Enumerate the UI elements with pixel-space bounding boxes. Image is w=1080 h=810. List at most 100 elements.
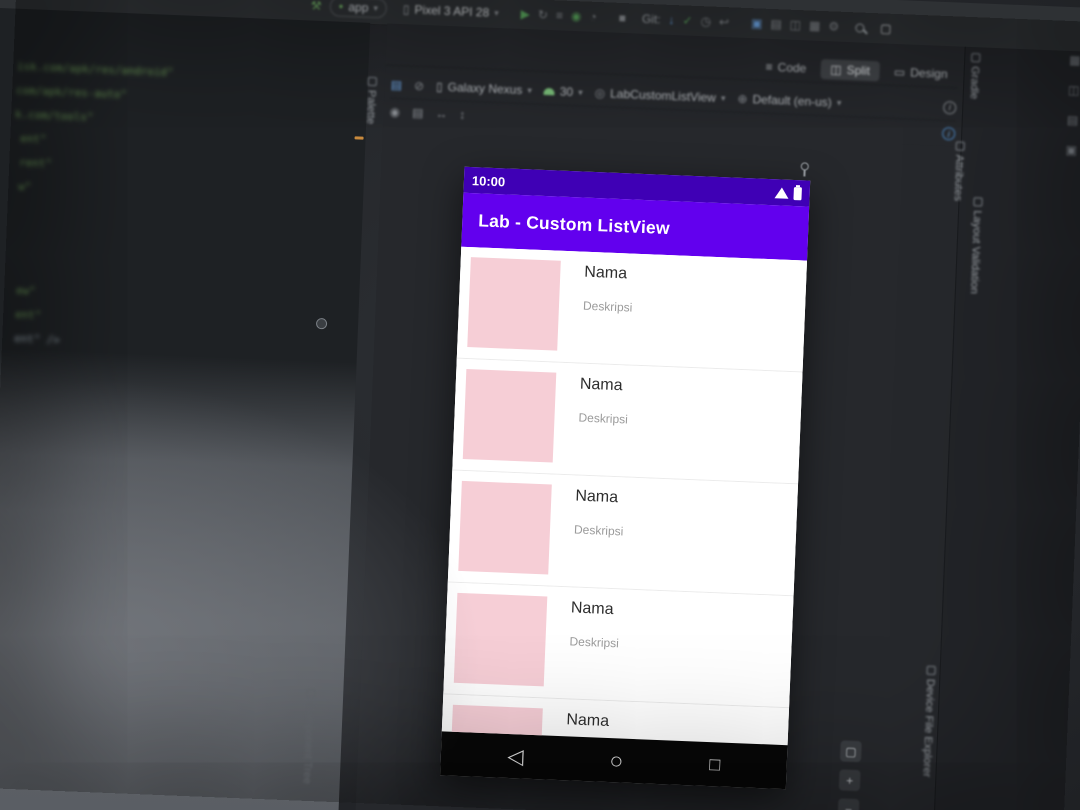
preview-device-select[interactable]: ▯ Galaxy Nexus ▾ xyxy=(436,80,532,98)
chevron-down-icon: ▾ xyxy=(836,97,842,108)
item-title: Nama xyxy=(566,711,610,731)
layers-icon[interactable]: ▤ xyxy=(390,78,402,92)
item-subtitle: Deskripsi xyxy=(569,634,620,651)
list-item[interactable]: Nama Deskripsi xyxy=(447,470,799,597)
list-item[interactable]: Nama Deskripsi xyxy=(456,246,808,373)
run-config-select[interactable]: ● app ▾ xyxy=(329,0,388,19)
nav-back-icon[interactable]: ◁ xyxy=(507,744,524,768)
zoom-fit-button[interactable]: ▢ xyxy=(839,740,862,763)
panel-tab-gradle[interactable]: Gradle xyxy=(968,53,982,99)
item-image-placeholder xyxy=(462,369,557,463)
notifications-icon[interactable]: ▢ xyxy=(880,21,892,35)
api-level-label: 30 xyxy=(559,84,574,100)
phone-icon: ▯ xyxy=(435,79,443,94)
panel-tab-attributes[interactable]: Attributes xyxy=(952,141,966,201)
paint-off-icon[interactable]: ⊘ xyxy=(414,79,425,93)
item-subtitle: Deskripsi xyxy=(573,522,624,539)
phone-icon: ▯ xyxy=(402,2,410,17)
git-commit-icon[interactable]: ✓ xyxy=(682,13,693,27)
panel-tab-palette[interactable]: Palette xyxy=(364,76,378,124)
nav-recents-icon[interactable]: □ xyxy=(709,754,721,774)
code-line: ent" xyxy=(14,308,42,322)
attributes-icon xyxy=(955,141,965,151)
wifi-icon xyxy=(774,186,789,199)
panel-tab-layout-validation[interactable]: Layout Validation xyxy=(968,197,984,294)
target-icon: ◎ xyxy=(594,85,606,101)
code-line: ent" xyxy=(20,132,47,146)
chevron-down-icon: ▾ xyxy=(373,2,379,13)
item-title: Nama xyxy=(579,375,623,395)
item-subtitle: Deskripsi xyxy=(582,298,633,315)
zoom-in-button[interactable]: + xyxy=(838,769,861,792)
run-config-dot-icon: ● xyxy=(338,1,344,11)
view-options-eye-icon[interactable]: ◉ xyxy=(389,104,400,118)
design-pane: ≡ Code ◫ Split ▭ Design ▤ ⊘ ▯ Galaxy Nex… xyxy=(355,23,965,810)
zoom-out-button[interactable]: − xyxy=(837,798,860,810)
split-tab-label: Split xyxy=(846,62,871,78)
api-level-select[interactable]: 30 ▾ xyxy=(543,84,583,100)
info-icon[interactable]: i xyxy=(943,100,957,114)
attributes-tab-label: Attributes xyxy=(951,154,966,202)
screenshot-root: ⚒ ● app ▾ ▯ Pixel 3 API 28 ▾ ▶ ↻ ≡ ◉ ◔ ■… xyxy=(0,0,1080,810)
device-manager-icon[interactable]: ▣ xyxy=(751,16,763,30)
code-line: w" xyxy=(18,180,32,194)
profile-button[interactable]: ◔ xyxy=(589,10,597,24)
structure-icon[interactable]: ▦ xyxy=(1069,53,1080,67)
phone-list[interactable]: Nama Deskripsi Nama Deskripsi Nama Deskr… xyxy=(441,246,808,746)
chevron-down-icon: ▾ xyxy=(494,7,499,18)
chevron-down-icon: ▾ xyxy=(720,92,726,103)
history-icon[interactable]: ◷ xyxy=(700,14,711,28)
gradle-icon xyxy=(970,53,980,63)
rows-icon[interactable]: ▤ xyxy=(412,105,424,119)
device-file-explorer-icon xyxy=(925,665,936,676)
structure-icon[interactable]: ▦ xyxy=(809,18,821,32)
layout-validation-tab-label: Layout Validation xyxy=(967,210,984,295)
device-manager-icon[interactable]: ▣ xyxy=(1065,143,1077,157)
palette-icon xyxy=(367,76,377,87)
issue-info-icon[interactable]: i xyxy=(941,126,956,141)
list-item[interactable]: Nama Deskripsi xyxy=(452,358,803,485)
run-config-label: app xyxy=(348,0,369,15)
locale-select[interactable]: ⊕ Default (en-us) ▾ xyxy=(737,92,841,110)
nav-home-icon[interactable]: ○ xyxy=(609,747,624,774)
code-line: rent" xyxy=(19,156,53,171)
component-tree-icon xyxy=(305,688,315,699)
gradle-tab-label: Gradle xyxy=(967,65,981,100)
run-button[interactable]: ▶ xyxy=(520,7,530,21)
preview-device-label: Galaxy Nexus xyxy=(447,80,523,98)
layout-file-select[interactable]: ◎ LabCustomListView ▾ xyxy=(594,86,725,105)
tab-code[interactable]: ≡ Code xyxy=(755,56,816,78)
battery-icon xyxy=(793,186,802,200)
design-tab-icon: ▭ xyxy=(893,64,906,79)
tab-split[interactable]: ◫ Split xyxy=(819,58,881,81)
locale-label: Default (en-us) xyxy=(752,92,833,110)
logcat-icon[interactable]: ▤ xyxy=(1067,113,1079,127)
list-item[interactable]: Nama Deskripsi xyxy=(443,582,794,709)
orientation-v-icon[interactable]: ↕ xyxy=(459,107,466,121)
apply-changes-icon[interactable]: ↻ xyxy=(538,8,549,22)
stop-button[interactable]: ■ xyxy=(618,11,626,25)
code-tab-icon: ≡ xyxy=(765,59,773,74)
layout-inspector-icon[interactable]: ◫ xyxy=(1068,83,1080,97)
rollback-icon[interactable]: ↩ xyxy=(719,15,730,29)
logcat-icon[interactable]: ▤ xyxy=(770,17,782,31)
build-hammer-icon[interactable]: ⚒ xyxy=(311,0,322,13)
settings-gear-icon[interactable]: ⚙ xyxy=(828,19,839,33)
code-tab-label: Code xyxy=(777,59,807,75)
debug-button[interactable]: ◉ xyxy=(571,9,582,23)
item-title: Nama xyxy=(584,263,628,283)
layout-inspector-icon[interactable]: ◫ xyxy=(789,18,801,32)
device-select[interactable]: ▯ Pixel 3 API 28 ▾ xyxy=(403,2,499,20)
orientation-h-icon[interactable]: ↔ xyxy=(435,106,448,120)
design-tab-label: Design xyxy=(910,65,948,81)
app-title: Lab - Custom ListView xyxy=(477,209,671,238)
git-update-icon[interactable]: ↓ xyxy=(668,13,675,27)
design-surface[interactable]: 10:00 Lab - Custom ListView Nama Deskrip… xyxy=(355,123,961,810)
zoom-controls: ▢ + − xyxy=(837,740,862,810)
status-time: 10:00 xyxy=(471,172,506,189)
tab-design[interactable]: ▭ Design xyxy=(884,61,958,84)
item-image-placeholder xyxy=(467,257,561,351)
apply-code-changes-icon[interactable]: ≡ xyxy=(556,8,564,22)
search-icon[interactable] xyxy=(854,22,865,33)
chevron-down-icon: ▾ xyxy=(578,86,583,97)
